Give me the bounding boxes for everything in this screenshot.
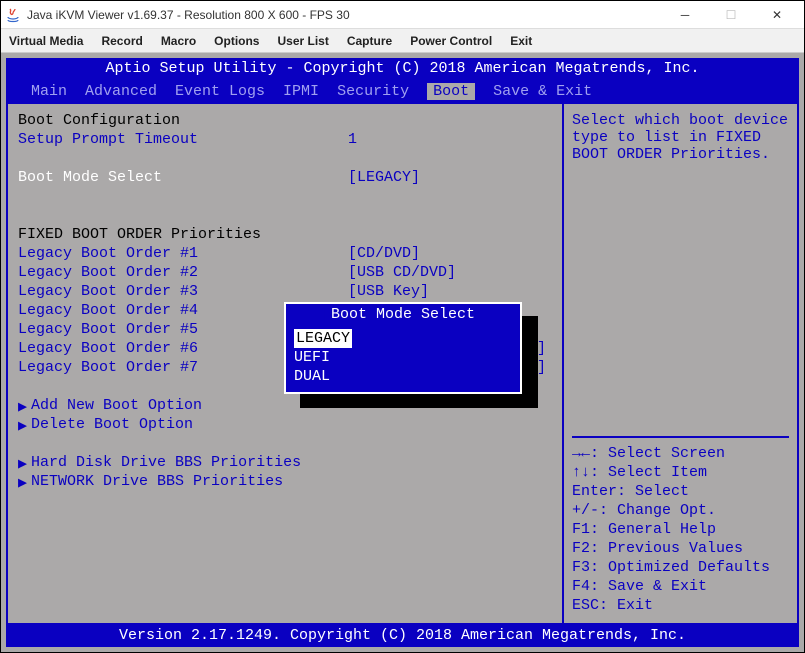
app-window: Java iKVM Viewer v1.69.37 - Resolution 8… [0, 0, 805, 653]
popup-option-dual[interactable]: DUAL [294, 367, 512, 386]
java-icon [5, 7, 21, 23]
boot-mode-popup: Boot Mode Select LEGACY UEFI DUAL [284, 302, 522, 394]
hdd-bbs-priorities[interactable]: Hard Disk Drive BBS Priorities [31, 454, 301, 473]
tab-boot[interactable]: Boot [427, 83, 475, 100]
add-new-boot-option[interactable]: Add New Boot Option [31, 397, 202, 416]
section-fixed-boot-order: FIXED BOOT ORDER Priorities [18, 226, 348, 245]
triangle-icon: ▶ [18, 416, 27, 435]
bios-screen[interactable]: Aptio Setup Utility - Copyright (C) 2018… [1, 53, 804, 652]
popup-option-legacy[interactable]: LEGACY [294, 329, 352, 348]
titlebar: Java iKVM Viewer v1.69.37 - Resolution 8… [1, 1, 804, 29]
section-boot-config: Boot Configuration [18, 112, 348, 131]
bios-body: Boot Configuration Setup Prompt Timeout … [6, 102, 799, 625]
bios-tabs: Main Advanced Event Logs IPMI Security B… [6, 80, 799, 102]
boot-order-3-label[interactable]: Legacy Boot Order #3 [18, 283, 348, 302]
triangle-icon: ▶ [18, 454, 27, 473]
divider [572, 436, 789, 438]
triangle-icon: ▶ [18, 473, 27, 492]
hint-esc: ESC: Exit [572, 596, 789, 615]
menu-exit[interactable]: Exit [510, 34, 532, 48]
setup-prompt-timeout-label[interactable]: Setup Prompt Timeout [18, 131, 348, 150]
hint-f4: F4: Save & Exit [572, 577, 789, 596]
boot-order-1-value: [CD/DVD] [348, 245, 420, 264]
maximize-button[interactable]: ☐ [708, 2, 754, 28]
tab-ipmi[interactable]: IPMI [283, 83, 319, 100]
hint-change-opt: +/-: Change Opt. [572, 501, 789, 520]
menu-user-list[interactable]: User List [277, 34, 328, 48]
help-text: Select which boot device type to list in… [572, 112, 789, 163]
boot-order-3-value: [USB Key] [348, 283, 429, 302]
menu-virtual-media[interactable]: Virtual Media [9, 34, 83, 48]
keyboard-hints: →←: Select Screen ↑↓: Select Item Enter:… [572, 444, 789, 615]
hint-f2: F2: Previous Values [572, 539, 789, 558]
boot-order-2-label[interactable]: Legacy Boot Order #2 [18, 264, 348, 283]
bios-header: Aptio Setup Utility - Copyright (C) 2018… [6, 58, 799, 80]
boot-order-2-value: [USB CD/DVD] [348, 264, 456, 283]
tab-advanced[interactable]: Advanced [85, 83, 157, 100]
delete-boot-option[interactable]: Delete Boot Option [31, 416, 193, 435]
tab-security[interactable]: Security [337, 83, 409, 100]
menu-record[interactable]: Record [101, 34, 142, 48]
hint-select-screen: →←: Select Screen [572, 444, 789, 463]
menu-capture[interactable]: Capture [347, 34, 392, 48]
tab-save-exit[interactable]: Save & Exit [493, 83, 592, 100]
tab-event-logs[interactable]: Event Logs [175, 83, 265, 100]
triangle-icon: ▶ [18, 397, 27, 416]
setup-prompt-timeout-value: 1 [348, 131, 357, 150]
minimize-button[interactable]: ─ [662, 2, 708, 28]
network-bbs-priorities[interactable]: NETWORK Drive BBS Priorities [31, 473, 283, 492]
close-button[interactable]: ✕ [754, 2, 800, 28]
boot-order-1-label[interactable]: Legacy Boot Order #1 [18, 245, 348, 264]
tab-main[interactable]: Main [31, 83, 67, 100]
hint-enter: Enter: Select [572, 482, 789, 501]
popup-option-uefi[interactable]: UEFI [294, 348, 512, 367]
menu-macro[interactable]: Macro [161, 34, 196, 48]
window-title: Java iKVM Viewer v1.69.37 - Resolution 8… [27, 8, 662, 22]
bios-footer: Version 2.17.1249. Copyright (C) 2018 Am… [6, 625, 799, 647]
menubar: Virtual Media Record Macro Options User … [1, 29, 804, 53]
menu-options[interactable]: Options [214, 34, 259, 48]
hint-select-item: ↑↓: Select Item [572, 463, 789, 482]
popup-title: Boot Mode Select [325, 306, 481, 323]
hint-f3: F3: Optimized Defaults [572, 558, 789, 577]
boot-mode-select-value: [LEGACY] [348, 169, 420, 188]
hint-f1: F1: General Help [572, 520, 789, 539]
menu-power-control[interactable]: Power Control [410, 34, 492, 48]
bios-left-pane: Boot Configuration Setup Prompt Timeout … [8, 104, 562, 623]
bios-right-pane: Select which boot device type to list in… [562, 104, 797, 623]
boot-mode-select-label[interactable]: Boot Mode Select [18, 169, 348, 188]
